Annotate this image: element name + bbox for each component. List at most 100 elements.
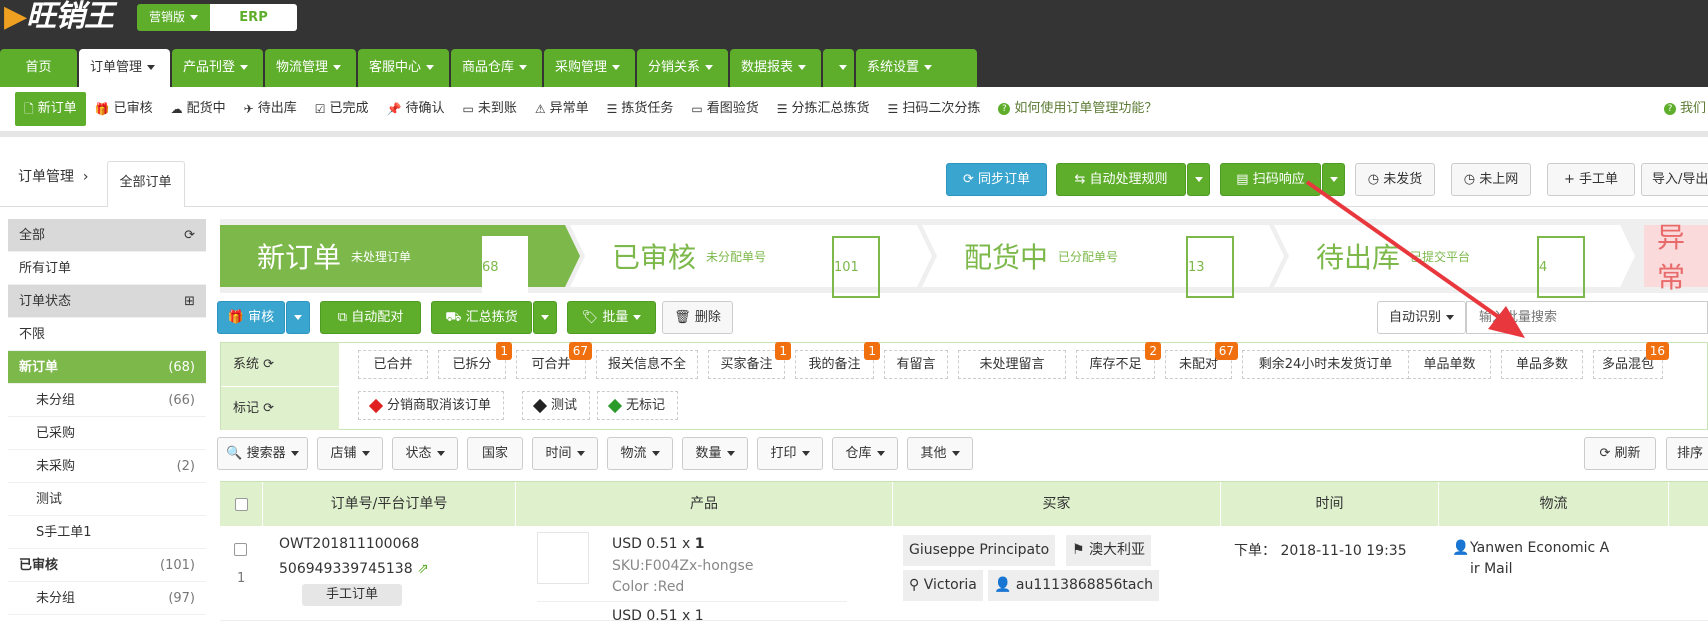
nav-tab-logistics[interactable]: 物流管理 [265,49,356,87]
mark-chip-no-mark[interactable]: 无标记 [597,391,679,420]
version-dropdown[interactable]: 营销版 [137,4,211,31]
nav-tab-listing[interactable]: 产品刊登 [172,49,263,87]
other-dropdown[interactable]: 其他 [907,437,973,470]
nav-tab-orders[interactable]: 订单管理 [79,49,170,87]
subnav-help-link[interactable]: ? 如何使用订单管理功能？ [989,92,1166,126]
buyer-state-tag[interactable]: ⚲ Victoria [903,570,983,601]
system-chip[interactable]: 已合并 [358,350,428,379]
warehouse-dropdown[interactable]: 仓库 [832,437,898,470]
quantity-dropdown[interactable]: 数量 [682,437,748,470]
mark-chip-distributor-cancel[interactable]: 分销商取消该订单 [358,391,505,420]
buyer-id-tag[interactable]: 👤 au1113868856tach [988,570,1160,601]
auto-rule-dropdown[interactable] [1187,163,1210,196]
buyer-name-tag[interactable]: Giuseppe Principato [903,535,1056,566]
nav-tab-warehouse[interactable]: 商品仓库 [451,49,542,87]
audit-button[interactable]: 🎁 审核 [217,301,285,334]
system-chip[interactable]: 未处理留言 [958,350,1066,379]
sidebar-all-orders[interactable]: 所有订单 [8,252,206,285]
system-chip[interactable]: 单品多数 [1501,350,1583,379]
nav-tab-settings[interactable]: 系统设置 [856,49,977,87]
refresh-button[interactable]: ⟳ 刷新 [1584,437,1656,470]
sidebar-item-not-purchased[interactable]: 未采购 (2) [8,450,206,483]
system-chip[interactable]: 未配对 67 [1165,342,1238,379]
sidebar-item-ungrouped[interactable]: 未分组 (66) [8,384,206,417]
sidebar-item-test[interactable]: 测试 [8,483,206,516]
not-online-button[interactable]: ◷ 未上网 [1451,163,1531,196]
scan-response-button[interactable]: ▤ 扫码响应 [1220,163,1321,196]
subnav-help-right[interactable]: ? 我们 [1655,92,1708,126]
sidebar-new-order[interactable]: 新订单 (68) [8,351,206,384]
batch-search-input[interactable] [1466,301,1708,334]
external-link-icon[interactable]: ⇗ [417,561,429,577]
auto-rule-button[interactable]: ⇆ 自动处理规则 [1056,163,1186,196]
scan-response-dropdown[interactable] [1322,163,1345,196]
select-all-checkbox[interactable] [234,497,248,511]
subnav-exception[interactable]: ⚠ 异常单 [526,92,598,126]
erp-button[interactable]: ERP [210,4,298,31]
system-chip[interactable]: 我的备注 1 [795,342,880,379]
batch-button[interactable]: 🏷 批量 [567,301,656,334]
system-chip[interactable]: 单品单数 [1408,350,1491,379]
order-number[interactable]: OWT201811100068 [279,536,419,552]
breadcrumb-root[interactable]: 订单管理 › [0,156,107,206]
status-dropdown[interactable]: 状态 [392,437,458,470]
audit-dropdown[interactable] [286,301,310,334]
subnav-pick-task[interactable]: ☰ 拣货任务 [598,92,683,126]
stage-audited[interactable]: 已审核 未分配单号 [612,225,766,287]
subnav-picking[interactable]: ☁ 配货中 [162,92,235,126]
auto-detect-dropdown[interactable]: 自动识别 [1377,301,1466,334]
system-chip[interactable]: 有留言 [884,350,948,379]
nav-tab-home[interactable]: 首页 [0,49,77,87]
refresh-icon[interactable]: ⟳ [263,401,274,416]
subnav-to-confirm[interactable]: 📌 待确认 [378,92,454,126]
summary-pick-button[interactable]: ⛟ 汇总拣货 [431,301,532,334]
version-switch[interactable]: 营销版 ERP [137,4,298,31]
nav-tab-distribution[interactable]: 分销关系 [637,49,728,87]
system-chip[interactable]: 已拆分 1 [438,342,512,379]
platform-order-number[interactable]: 506949339745138 ⇗ [279,561,429,577]
not-shipped-button[interactable]: ◷ 未发货 [1355,163,1435,196]
row-checkbox[interactable] [234,543,247,556]
system-chip[interactable]: 报关信息不全 [596,350,698,379]
refresh-icon[interactable]: ⟳ [263,357,274,372]
sidebar-item-manual1[interactable]: S手工单1 [8,516,206,549]
stage-new-order[interactable]: 新订单 未处理订单 [257,225,411,287]
mark-chip-test[interactable]: 测试 [522,391,591,420]
stage-picking[interactable]: 配货中 已分配单号 [964,225,1118,287]
sidebar-item-purchased[interactable]: 已采购 [8,417,206,450]
buyer-country-tag[interactable]: ⚑ 澳大利亚 [1066,535,1152,566]
print-dropdown[interactable]: 打印 [757,437,823,470]
sync-orders-button[interactable]: ⟳ 同步订单 [946,163,1047,196]
system-chip[interactable]: 剩余24小时未发货订单 [1242,350,1409,379]
subnav-sort-summary[interactable]: ☰ 分拣汇总拣货 [768,92,879,126]
summary-pick-dropdown[interactable] [533,301,557,334]
nav-tab-more[interactable] [823,49,854,87]
delete-button[interactable]: 🗑 删除 [662,301,733,334]
subnav-scan-sort[interactable]: ☰ 扫码二次分拣 [879,92,990,126]
subnav-audited[interactable]: 🎁 已审核 [86,92,162,126]
country-dropdown[interactable]: 国家 [467,437,523,470]
hierarchy-icon[interactable]: ⊞ [184,285,195,317]
nav-tab-purchase[interactable]: 采购管理 [544,49,635,87]
system-chip[interactable]: 库存不足 2 [1076,342,1161,379]
subnav-visual-check[interactable]: ▭ 看图验货 [682,92,767,126]
table-row[interactable]: 1 OWT201811100068 506949339745138 ⇗ 手工订单… [220,526,1708,624]
subnav-new-order[interactable]: 🗋 新订单 [15,92,86,126]
subnav-unpaid[interactable]: ▭ 未到账 [453,92,525,126]
sidebar-audited[interactable]: 已审核 (101) [8,549,206,582]
sidebar-all[interactable]: 全部 ⟳ [8,219,206,252]
refresh-icon[interactable]: ⟳ [184,219,195,251]
system-chip[interactable]: 买家备注 1 [708,342,791,379]
time-dropdown[interactable]: 时间 [532,437,598,470]
sidebar-audited-ungrouped[interactable]: 未分组 (97) [8,582,206,615]
breadcrumb-current-tab[interactable]: 全部订单 [106,161,185,207]
logistics-dropdown[interactable]: 物流 [607,437,673,470]
product-thumbnail[interactable] [537,532,589,584]
nav-tab-reports[interactable]: 数据报表 [730,49,821,87]
sort-dropdown[interactable]: 排序 [1666,437,1708,470]
sidebar-unlimited[interactable]: 不限 [8,318,206,351]
system-chip[interactable]: 多品混包 16 [1593,342,1669,379]
nav-tab-service[interactable]: 客服中心 [358,49,449,87]
system-chip[interactable]: 可合并 67 [516,342,592,379]
searcher-dropdown[interactable]: 🔍 搜索器 [217,437,308,470]
